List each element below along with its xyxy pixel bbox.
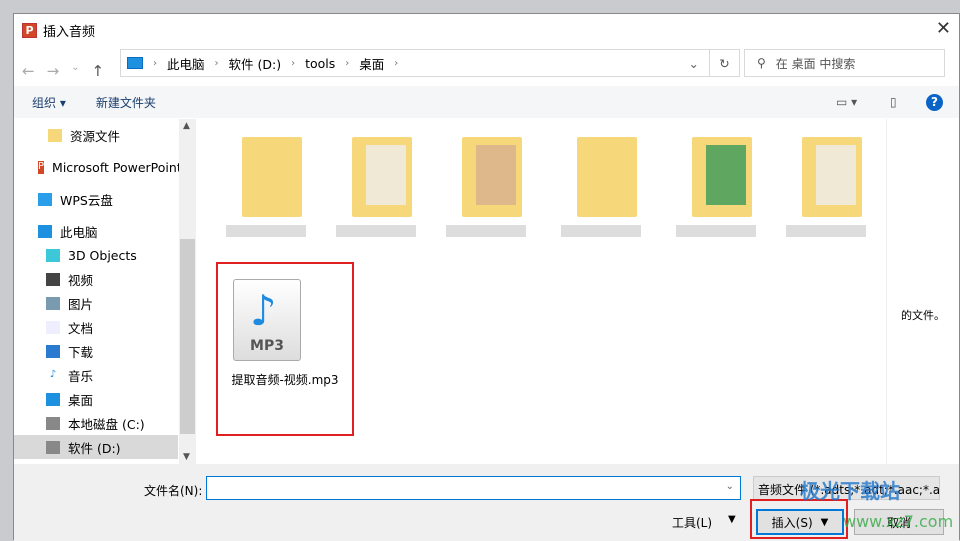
sidebar-item[interactable]: 文档 xyxy=(14,315,178,339)
watermark-logo: 极光下载站 xyxy=(800,479,900,503)
tools-dropdown-icon[interactable]: ▼ xyxy=(728,514,736,525)
download-icon xyxy=(46,344,60,358)
folder-item[interactable] xyxy=(786,137,866,247)
powerpoint-icon: P xyxy=(38,160,45,174)
breadcrumb[interactable]: 软件 (D:) xyxy=(229,54,282,73)
sidebar-item[interactable]: P Microsoft PowerPoint xyxy=(14,155,182,179)
sidebar-item[interactable]: 资源文件 xyxy=(14,123,178,147)
address-bar[interactable]: › 此电脑 › 软件 (D:) › tools › 桌面 › ⌄ ↻ xyxy=(120,49,740,77)
sidebar-item-label: Microsoft PowerPoint xyxy=(52,159,182,175)
desktop-icon xyxy=(46,392,60,406)
help-icon[interactable]: ? xyxy=(926,93,943,111)
sidebar-item[interactable]: 3D Objects xyxy=(14,243,178,267)
sidebar-item-label: 资源文件 xyxy=(70,128,121,144)
drive-icon xyxy=(46,416,60,430)
sidebar-item[interactable]: WPS云盘 xyxy=(14,187,178,211)
recent-dropdown[interactable]: ⌄ xyxy=(71,62,79,80)
sidebar-item[interactable]: 软件 (D:) xyxy=(14,435,178,459)
dialog-title: 插入音频 xyxy=(43,24,96,40)
folder-item[interactable] xyxy=(446,137,526,247)
document-icon xyxy=(46,320,60,334)
search-input[interactable]: ⚲ 在 桌面 中搜索 xyxy=(744,49,945,77)
organize-button[interactable]: 组织 ▾ xyxy=(32,94,66,111)
sidebar-item[interactable]: 视频 xyxy=(14,267,178,291)
sidebar-item[interactable]: 本地磁盘 (C:) xyxy=(14,411,178,435)
scroll-thumb[interactable] xyxy=(180,239,195,434)
cube-icon xyxy=(46,248,60,262)
chevron-down-icon[interactable]: ⌄ xyxy=(726,481,734,492)
sidebar-item[interactable]: 下载 xyxy=(14,339,178,363)
picture-icon xyxy=(46,296,60,310)
folder-icon xyxy=(48,128,62,142)
file-list: ♪ MP3 提取音频-视频.mp3 xyxy=(196,119,886,464)
mp3-file-item[interactable]: ♪ MP3 提取音频-视频.mp3 xyxy=(216,262,354,436)
cloud-icon xyxy=(38,192,52,206)
mp3-file-icon: ♪ MP3 xyxy=(233,279,301,361)
up-button[interactable]: ↑ xyxy=(92,62,105,80)
toolbar: 组织 ▾ 新建文件夹 ▭ ▾ ▯ ? xyxy=(14,86,959,118)
sidebar-item[interactable]: 图片 xyxy=(14,291,178,315)
new-folder-button[interactable]: 新建文件夹 xyxy=(96,94,156,111)
preview-pane-icon[interactable]: ▯ xyxy=(890,95,897,109)
sidebar-item-label: 视频 xyxy=(68,272,94,288)
watermark-url: www.xz7.com xyxy=(843,512,954,531)
search-placeholder: 在 桌面 中搜索 xyxy=(775,56,856,71)
breadcrumb[interactable]: 桌面 xyxy=(359,54,384,73)
sidebar-item-label: 下载 xyxy=(68,344,94,360)
sidebar-item-label: 软件 (D:) xyxy=(68,440,121,456)
sidebar-scrollbar[interactable]: ▲ ▼ xyxy=(179,119,196,464)
refresh-button[interactable]: ↻ xyxy=(709,50,739,76)
search-icon: ⚲ xyxy=(757,56,766,70)
sidebar-item-label: 音乐 xyxy=(68,368,94,384)
sidebar-item[interactable]: ♪ 音乐 xyxy=(14,363,178,387)
drive-icon xyxy=(46,440,60,454)
sidebar-item-label: 本地磁盘 (C:) xyxy=(68,416,145,432)
highlight-box xyxy=(750,499,848,539)
chevron-down-icon[interactable]: ⌄ xyxy=(689,56,699,71)
folder-item[interactable] xyxy=(336,137,416,247)
filename-label: 文件名(N): xyxy=(144,484,203,498)
file-type-badge: MP3 xyxy=(250,338,284,354)
scroll-down-icon[interactable]: ▼ xyxy=(183,452,190,462)
powerpoint-icon: P xyxy=(22,22,37,38)
computer-icon xyxy=(127,57,143,69)
folder-item[interactable] xyxy=(676,137,756,247)
video-icon xyxy=(46,272,60,286)
close-button[interactable]: ✕ xyxy=(936,18,951,39)
sidebar: 资源文件 P Microsoft PowerPoint WPS云盘此电脑 3D Obje… xyxy=(14,119,196,464)
sidebar-item-label: 图片 xyxy=(68,296,94,312)
folder-item[interactable] xyxy=(561,137,641,247)
preview-text: 的文件。 xyxy=(901,309,945,322)
folder-item[interactable] xyxy=(226,137,306,247)
breadcrumb[interactable]: tools xyxy=(305,56,335,71)
forward-button[interactable]: → xyxy=(47,62,60,80)
scroll-up-icon[interactable]: ▲ xyxy=(183,121,190,131)
preview-pane: 的文件。 xyxy=(886,119,960,464)
computer-icon xyxy=(38,224,52,238)
breadcrumb[interactable]: 此电脑 xyxy=(167,54,205,73)
file-name: 提取音频-视频.mp3 xyxy=(231,373,339,387)
filename-input[interactable]: ⌄ xyxy=(206,476,741,500)
sidebar-item[interactable]: 桌面 xyxy=(14,387,178,411)
sidebar-item-label: 3D Objects xyxy=(68,247,137,263)
sidebar-item-label: 文档 xyxy=(68,320,94,336)
title-bar: P 插入音频 xyxy=(22,20,95,40)
music-icon: ♪ xyxy=(46,368,60,382)
sidebar-item-label: WPS云盘 xyxy=(60,192,113,208)
sidebar-item-label: 此电脑 xyxy=(60,224,98,240)
sidebar-item-label: 桌面 xyxy=(68,392,94,408)
view-options-icon[interactable]: ▭ ▾ xyxy=(836,95,857,109)
tools-button[interactable]: 工具(L) xyxy=(672,514,712,531)
back-button[interactable]: ← xyxy=(22,62,35,80)
sidebar-item[interactable]: 此电脑 xyxy=(14,219,178,243)
insert-audio-dialog: P 插入音频 ✕ ← → ⌄ ↑ › 此电脑 › 软件 (D:) › tools › 桌… xyxy=(13,13,960,541)
